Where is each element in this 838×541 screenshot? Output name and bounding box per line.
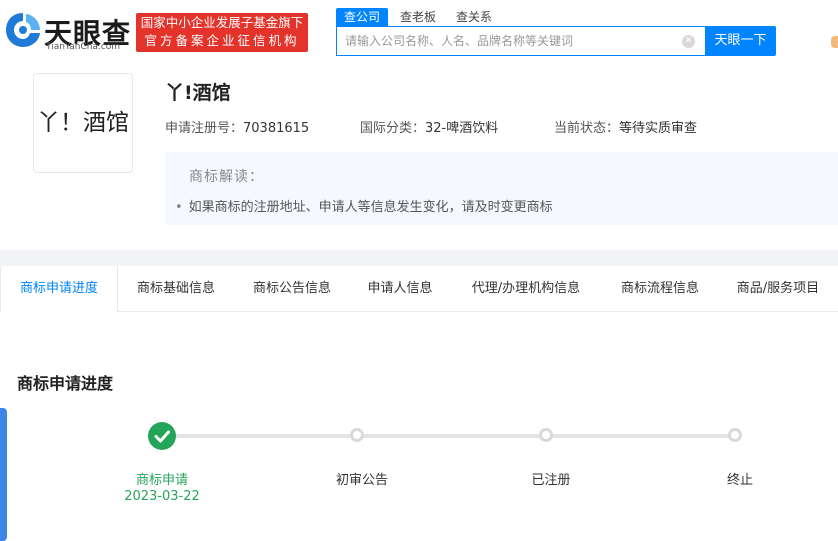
step-label-1: 商标申请	[135, 473, 188, 488]
step-label-2: 初审公告	[335, 473, 388, 488]
trademark-info-card: 丫！酒馆 丫!酒馆 申请注册号：70381615 国际分类：32-啤酒饮料 当前…	[0, 64, 838, 250]
search-tab-company[interactable]: 查公司	[336, 8, 389, 26]
tab-process-info[interactable]: 商标流程信息	[602, 266, 718, 312]
interpretation-title: 商标解读：	[189, 169, 264, 185]
certification-badge: 国家中小企业发展子基金旗下 官方备案企业征信机构	[136, 13, 308, 52]
registration-number-label: 申请注册号：	[165, 121, 244, 136]
step-node-4	[728, 428, 742, 442]
registration-number-value: 70381615	[243, 121, 310, 136]
tab-agency-info[interactable]: 代理/办理机构信息	[450, 266, 602, 312]
badge-line-1: 国家中小企业发展子基金旗下	[140, 15, 304, 30]
badge-line-2: 官方备案企业征信机构	[144, 33, 300, 48]
step-label-4: 终止	[726, 473, 753, 488]
interpretation-text: 如果商标的注册地址、申请人等信息发生变化，请及时变更商标	[188, 200, 553, 215]
section-title: 商标申请进度	[17, 374, 114, 393]
search-input[interactable]: 请输入公司名称、人名、品牌名称等关键词	[345, 27, 573, 55]
progress-track	[162, 434, 736, 438]
logo-subtext: TianYanCha.com	[46, 42, 121, 52]
trademark-interpretation: 商标解读： • 如果商标的注册地址、申请人等信息发生变化，请及时变更商标	[165, 152, 838, 225]
tab-applicant-info[interactable]: 申请人信息	[350, 266, 450, 312]
trademark-detail-card: 商标申请进度 商标基础信息 商标公告信息 申请人信息 代理/办理机构信息 商标流…	[0, 266, 838, 541]
registration-number: 申请注册号：70381615	[165, 117, 309, 136]
current-status-value: 等待实质审查	[619, 121, 698, 136]
search-tab-relation[interactable]: 查关系	[448, 8, 500, 26]
tab-application-progress[interactable]: 商标申请进度	[0, 266, 118, 313]
international-class-label: 国际分类：	[360, 121, 426, 136]
floating-widget-edge[interactable]	[831, 36, 838, 48]
international-class: 国际分类：32-啤酒饮料	[360, 117, 498, 136]
tab-goods-services[interactable]: 商品/服务项目	[718, 266, 838, 312]
search-tab-boss[interactable]: 查老板	[392, 8, 444, 26]
tab-basic-info[interactable]: 商标基础信息	[118, 266, 234, 312]
logo-icon[interactable]	[4, 10, 42, 50]
international-class-value: 32-啤酒饮料	[425, 121, 499, 136]
side-feedback-tab[interactable]	[0, 408, 7, 541]
trademark-name: 丫!酒馆	[165, 82, 231, 104]
step-node-3	[539, 428, 553, 442]
bullet-icon: •	[175, 200, 183, 215]
search-type-tabs: 查公司 查老板 查关系	[336, 8, 504, 26]
clear-icon[interactable]: ✕	[682, 35, 695, 48]
current-status-label: 当前状态：	[554, 121, 620, 136]
search-button[interactable]: 天眼一下	[705, 26, 776, 56]
step-date-1: 2023-03-22	[124, 489, 200, 504]
trademark-image: 丫！酒馆	[33, 73, 133, 173]
step-complete-check-icon	[148, 422, 176, 450]
step-node-2	[350, 428, 364, 442]
interpretation-item: • 如果商标的注册地址、申请人等信息发生变化，请及时变更商标	[175, 196, 553, 215]
current-status: 当前状态：等待实质审查	[554, 117, 697, 136]
step-label-3: 已注册	[531, 473, 571, 488]
site-header: 天眼查 TianYanCha.com 国家中小企业发展子基金旗下 官方备案企业征…	[0, 0, 838, 64]
tab-announcement-info[interactable]: 商标公告信息	[234, 266, 350, 312]
search-box[interactable]: 请输入公司名称、人名、品牌名称等关键词 ✕	[336, 26, 705, 56]
detail-tabs: 商标申请进度 商标基础信息 商标公告信息 申请人信息 代理/办理机构信息 商标流…	[0, 266, 838, 313]
